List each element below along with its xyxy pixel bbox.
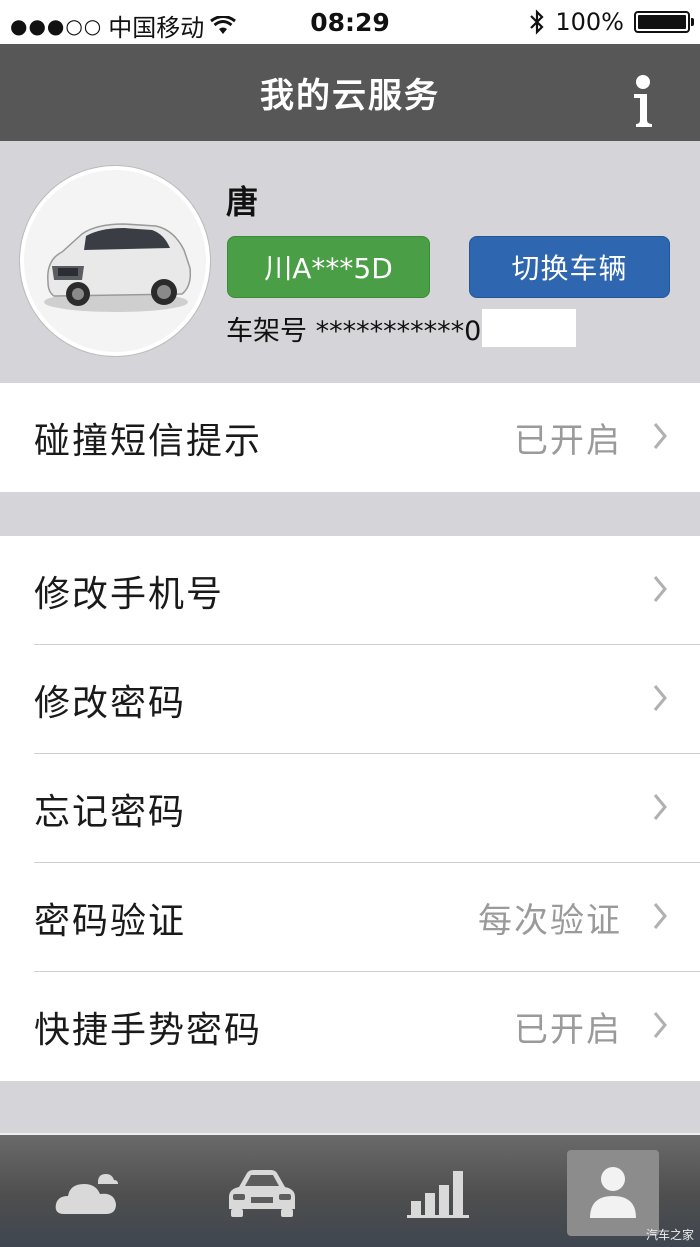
car-photo-icon [24, 170, 206, 352]
collision-settings-group: 碰撞短信提示 已开启 [0, 383, 700, 492]
tab-bar: 汽车之家 [0, 1133, 700, 1247]
battery-icon [634, 11, 694, 33]
change-phone-row[interactable]: 修改手机号 [0, 536, 700, 645]
tab-profile[interactable] [567, 1150, 659, 1236]
row-label: 忘记密码 [34, 791, 187, 833]
forgot-password-row[interactable]: 忘记密码 [0, 754, 700, 863]
owner-name: 唐 [226, 183, 259, 221]
cloud-icon [55, 1174, 118, 1214]
tab-vehicle[interactable] [216, 1150, 308, 1236]
password-verification-row[interactable]: 密码验证 每次验证 [0, 863, 700, 972]
chevron-right-icon [653, 794, 667, 820]
battery-percent: 100% [555, 8, 624, 36]
chevron-right-icon [653, 1012, 667, 1038]
row-label: 修改密码 [34, 682, 187, 724]
status-bar: ●●●○○ 中国移动 08:29 100% [0, 0, 700, 44]
switch-vehicle-button[interactable]: 切换车辆 [469, 236, 670, 298]
account-settings-group: 修改手机号 修改密码 忘记密码 密码验证 每次验证 快捷手势密码 已开启 [0, 536, 700, 1081]
vin-number: 车架号 ***********0 [226, 316, 482, 347]
chevron-right-icon [653, 423, 667, 449]
row-value: 已开启 [514, 1010, 622, 1050]
bar-chart-icon [407, 1171, 469, 1218]
chevron-right-icon [653, 903, 667, 929]
vin-redaction [482, 309, 576, 347]
collision-sms-row[interactable]: 碰撞短信提示 已开启 [0, 383, 700, 492]
nav-bar: 我的云服务 [0, 44, 700, 141]
change-password-row[interactable]: 修改密码 [0, 645, 700, 754]
tab-cloud[interactable] [41, 1150, 133, 1236]
gesture-password-row[interactable]: 快捷手势密码 已开启 [0, 972, 700, 1081]
watermark: 汽车之家 [645, 1228, 694, 1242]
car-icon [229, 1170, 295, 1217]
plate-badge: 川A***5D [227, 236, 430, 298]
tab-statistics[interactable] [392, 1150, 484, 1236]
row-label: 修改手机号 [34, 573, 225, 615]
info-icon[interactable] [630, 74, 656, 128]
page-title: 我的云服务 [260, 76, 440, 116]
row-value: 每次验证 [478, 901, 622, 941]
chevron-right-icon [653, 576, 667, 602]
row-label: 快捷手势密码 [34, 1009, 263, 1051]
chevron-right-icon [653, 685, 667, 711]
row-value: 已开启 [514, 421, 622, 461]
bluetooth-icon [530, 9, 544, 35]
row-label: 密码验证 [34, 900, 187, 942]
user-icon [590, 1167, 636, 1218]
vehicle-avatar[interactable] [20, 166, 210, 356]
row-label: 碰撞短信提示 [34, 420, 263, 462]
